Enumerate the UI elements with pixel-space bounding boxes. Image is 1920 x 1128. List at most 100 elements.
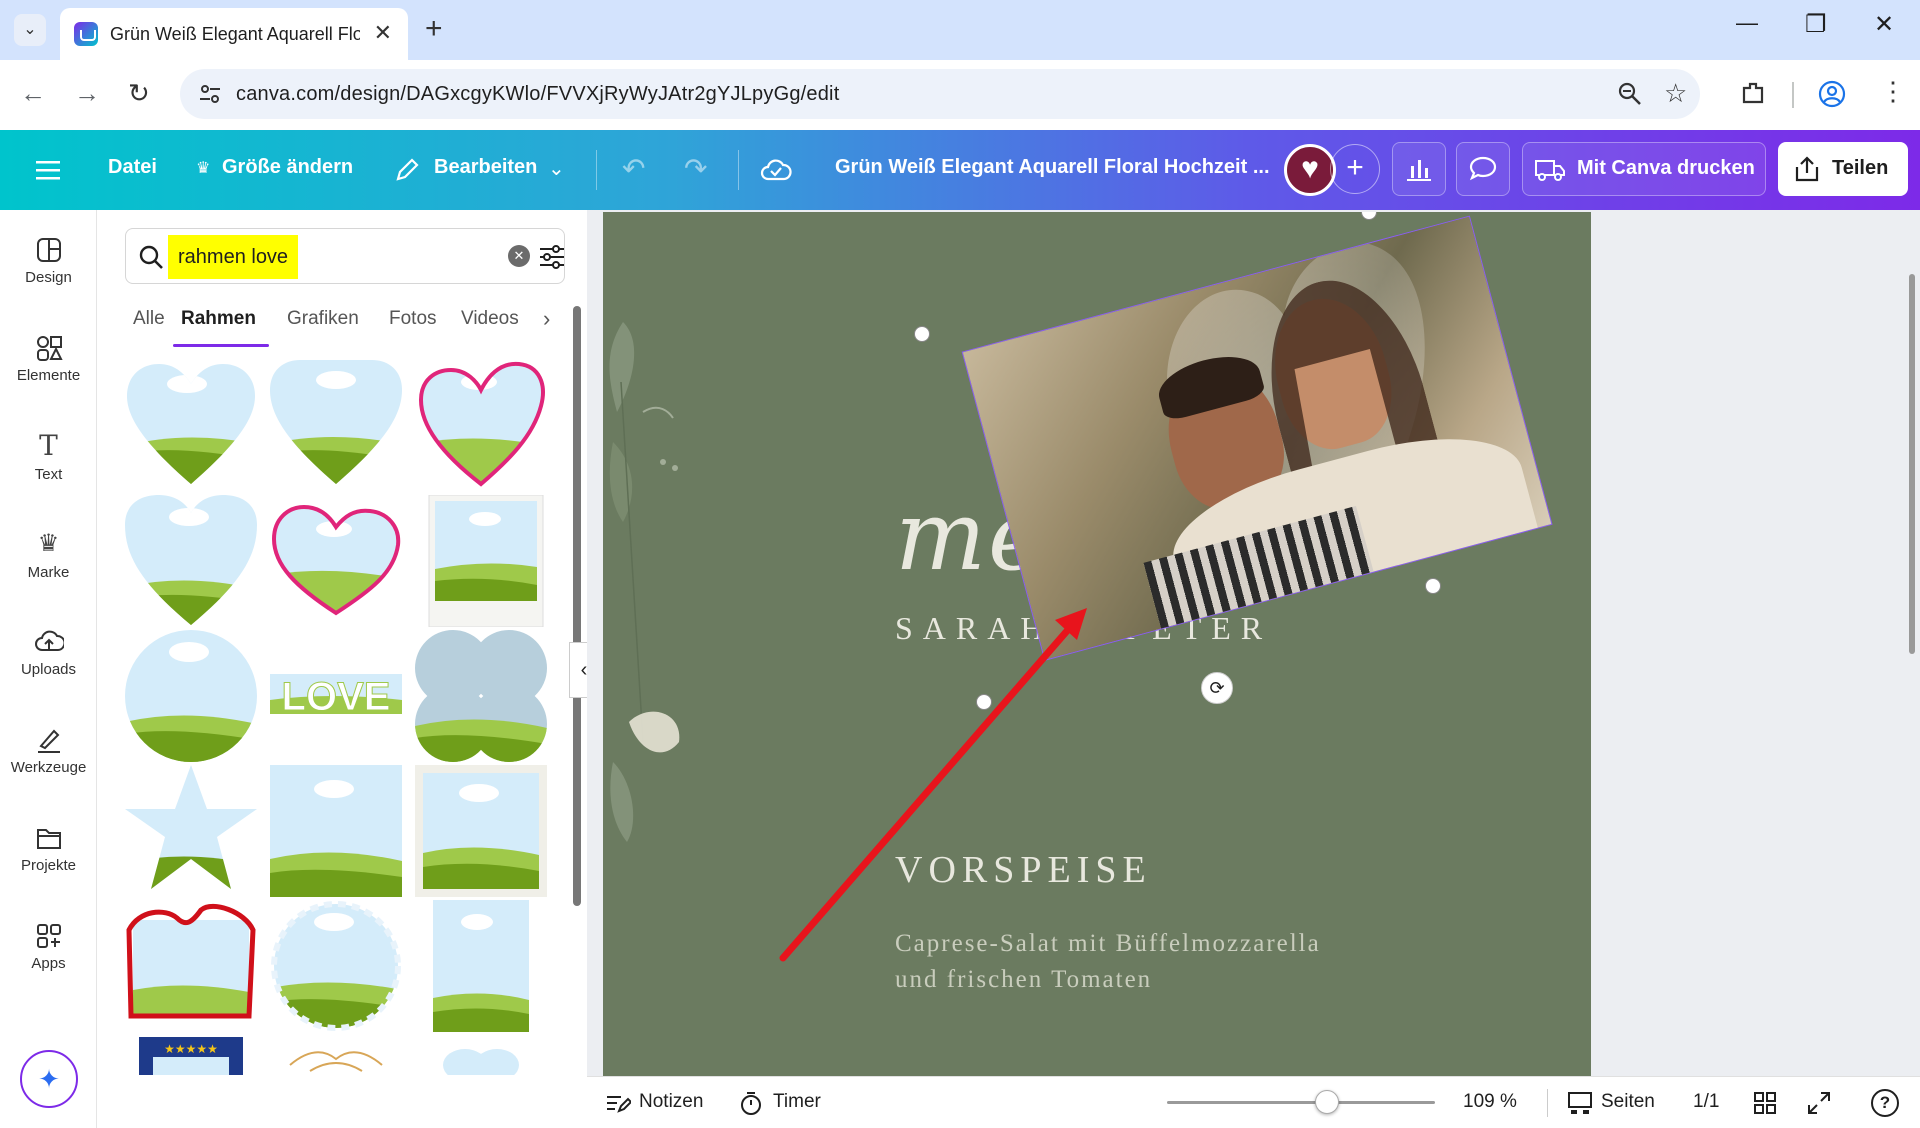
sidebar-item-design[interactable]: Design — [0, 230, 97, 286]
profile-icon[interactable] — [1818, 80, 1846, 108]
sidebar-item-uploads[interactable]: Uploads — [0, 622, 97, 678]
design-page[interactable]: menü SARAH & PETER ⟳ VORSPEISE Caprese-S… — [603, 212, 1591, 1076]
reload-icon[interactable]: ↻ — [128, 78, 150, 109]
heart-frame-thumbnail[interactable] — [270, 360, 402, 492]
forward-icon[interactable]: → — [74, 78, 100, 109]
document-title[interactable]: Grün Weiß Elegant Aquarell Floral Hochze… — [835, 156, 1270, 179]
url-text[interactable]: canva.com/design/DAGxcgyKWlo/FVVXjRyWyJA… — [236, 83, 839, 106]
ornament-frame-thumbnail[interactable] — [270, 1035, 402, 1075]
sidebar-item-brand[interactable]: ♛ Marke — [0, 524, 97, 581]
stars-frame-thumbnail[interactable]: ★★★★★ — [125, 1035, 257, 1075]
panel-scrollbar[interactable] — [573, 306, 581, 906]
folder-icon — [36, 829, 61, 849]
zoom-slider[interactable] — [1167, 1090, 1435, 1114]
pages-button[interactable]: Seiten — [1601, 1091, 1655, 1113]
tab-close-icon[interactable]: ✕ — [374, 20, 392, 46]
grid-view-icon[interactable] — [1753, 1091, 1777, 1115]
fullscreen-icon[interactable] — [1807, 1091, 1831, 1115]
sidebar-item-apps[interactable]: Apps — [0, 916, 97, 972]
comment-icon — [1469, 156, 1497, 181]
chevron-down-icon[interactable]: ⌄ — [548, 156, 565, 181]
invite-plus-button[interactable]: + — [1330, 144, 1380, 194]
print-button[interactable]: Mit Canva drucken — [1522, 142, 1766, 196]
chevron-right-icon[interactable]: › — [543, 306, 550, 332]
tab-graphics[interactable]: Grafiken — [287, 308, 359, 330]
sidebar-item-elements[interactable]: Elemente — [0, 328, 97, 384]
selected-frame-element[interactable] — [961, 215, 1553, 661]
polaroid-frame-thumbnail[interactable] — [415, 495, 547, 627]
square-frame-thumbnail[interactable] — [270, 765, 402, 897]
dish-description-line-1[interactable]: Caprese-Salat mit Büffelmozzarella — [895, 930, 1321, 958]
avatar[interactable]: ♥ — [1284, 144, 1336, 196]
section-heading[interactable]: VORSPEISE — [895, 848, 1152, 892]
share-button[interactable]: Teilen — [1778, 142, 1908, 196]
site-settings-icon[interactable] — [198, 82, 222, 106]
redo-icon[interactable]: ↷ — [684, 152, 707, 185]
bookmark-star-icon[interactable]: ☆ — [1664, 78, 1687, 109]
sidebar-item-tools[interactable]: Werkzeuge — [0, 720, 97, 776]
tab-videos[interactable]: Videos — [461, 308, 519, 330]
sidebar-item-label: Marke — [27, 564, 70, 581]
restore-button[interactable]: ❐ — [1805, 10, 1827, 39]
clear-search-icon[interactable]: ✕ — [508, 245, 530, 267]
editor-toolbar: Datei ♛ Größe ändern Bearbeiten ⌄ ↶ ↷ Gr… — [0, 130, 1920, 210]
zoom-icon[interactable] — [1617, 81, 1643, 107]
portrait-frame-thumbnail[interactable] — [415, 900, 547, 1032]
resize-button[interactable]: Größe ändern — [222, 156, 353, 179]
pencil-icon — [396, 158, 419, 181]
timer-button[interactable]: Timer — [773, 1091, 821, 1113]
search-input[interactable]: rahmen love — [168, 235, 299, 279]
editor-footer: Notizen Timer 109 % Seiten 1/1 ? — [587, 1076, 1920, 1128]
star-frame-thumbnail[interactable] — [125, 765, 257, 897]
dish-description-line-2[interactable]: und frischen Tomaten — [895, 966, 1152, 994]
browser-tab[interactable]: Grün Weiß Elegant Aquarell Flo ✕ — [60, 8, 408, 60]
zoom-slider-thumb[interactable] — [1315, 1090, 1339, 1114]
filter-icon[interactable] — [538, 244, 566, 270]
rotate-handle-icon[interactable]: ⟳ — [1201, 672, 1233, 704]
omnibox[interactable]: canva.com/design/DAGxcgyKWlo/FVVXjRyWyJA… — [180, 69, 1700, 119]
comment-button[interactable] — [1456, 142, 1510, 196]
bordered-frame-thumbnail[interactable] — [415, 765, 547, 897]
new-tab-button[interactable]: + — [425, 12, 443, 46]
red-brush-frame-thumbnail[interactable] — [125, 900, 257, 1032]
extensions-icon[interactable] — [1740, 80, 1768, 108]
insights-button[interactable] — [1392, 142, 1446, 196]
resize-handle[interactable] — [914, 326, 930, 342]
resize-handle[interactable] — [976, 694, 992, 710]
canvas-scrollbar[interactable] — [1909, 274, 1915, 654]
couple-photo[interactable] — [962, 216, 1552, 660]
zoom-level[interactable]: 109 % — [1463, 1091, 1517, 1113]
resize-handle[interactable] — [1361, 212, 1377, 220]
file-menu[interactable]: Datei — [108, 156, 157, 179]
search-box[interactable]: rahmen love ✕ — [125, 228, 565, 284]
tab-all[interactable]: Alle — [133, 308, 165, 330]
circle-frame-thumbnail[interactable] — [125, 630, 257, 762]
heart-frame-thumbnail[interactable] — [125, 360, 257, 492]
heart-frame-thumbnail[interactable] — [125, 495, 257, 627]
back-icon[interactable]: ← — [20, 78, 46, 109]
sidebar-item-text[interactable]: T Text — [0, 426, 97, 483]
resize-handle[interactable] — [1425, 578, 1441, 594]
window-close-button[interactable]: ✕ — [1874, 10, 1894, 39]
cloud-frame-thumbnail[interactable] — [415, 1035, 547, 1075]
page-counter[interactable]: 1/1 — [1693, 1091, 1719, 1113]
undo-icon[interactable]: ↶ — [622, 152, 645, 185]
magic-assistant-button[interactable]: ✦ — [20, 1050, 78, 1108]
sidebar-item-projects[interactable]: Projekte — [0, 818, 97, 874]
tab-frames[interactable]: Rahmen — [181, 308, 256, 330]
pink-heart-frame-thumbnail[interactable] — [415, 360, 547, 492]
menu-icon[interactable] — [36, 160, 60, 180]
love-letters-frame-thumbnail[interactable]: LOVE — [270, 630, 402, 762]
edit-mode-button[interactable]: Bearbeiten — [434, 156, 537, 179]
tab-photos[interactable]: Fotos — [389, 308, 437, 330]
divider — [1792, 82, 1794, 108]
browser-menu-icon[interactable]: ⋮ — [1880, 76, 1906, 107]
notes-button[interactable]: Notizen — [639, 1091, 703, 1113]
help-button[interactable]: ? — [1871, 1089, 1899, 1117]
pink-heart-frame-thumbnail[interactable] — [270, 495, 402, 627]
minimize-button[interactable]: — — [1736, 10, 1758, 36]
cloud-saved-icon[interactable] — [760, 157, 792, 183]
tab-list-button[interactable]: ⌄ — [14, 14, 46, 46]
scalloped-frame-thumbnail[interactable] — [270, 900, 402, 1032]
clover-frame-thumbnail[interactable] — [415, 630, 547, 762]
